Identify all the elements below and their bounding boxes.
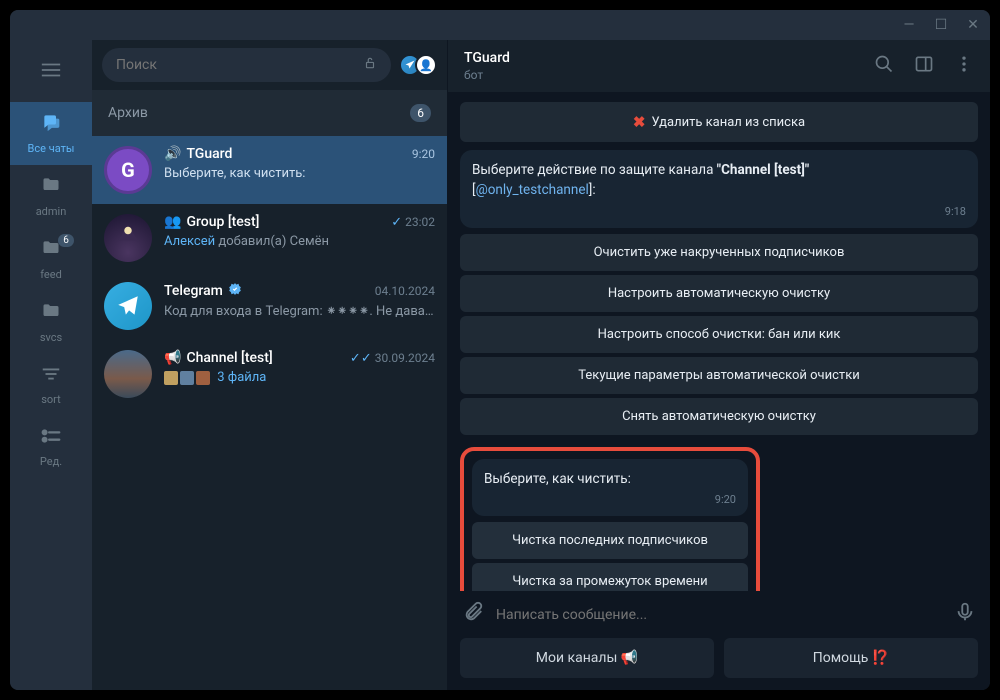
inline-button[interactable]: Настроить автоматическую очистку <box>460 275 978 312</box>
chat-list: G 🔊 TGuard 9:20 Выберите, как чистить: <box>92 136 447 690</box>
message-text: Выберите действие по защите канала "Chan… <box>472 160 966 201</box>
folder-icon <box>41 175 61 201</box>
message-time: 9:18 <box>472 205 966 218</box>
search-box[interactable] <box>102 48 391 82</box>
chat-time: ✓23:02 <box>391 215 435 230</box>
message-time: 9:20 <box>484 493 736 506</box>
chat-item-telegram[interactable]: Telegram 04.10.2024 Код для входа в Tele… <box>92 272 447 340</box>
chat-time: 9:20 <box>412 147 435 161</box>
verified-icon <box>228 282 242 300</box>
menu-button[interactable] <box>40 50 62 102</box>
conversation-title: TGuard <box>464 50 510 66</box>
bot-keyboard: Мои каналы 📢 Помощь ⁉️ <box>448 638 990 690</box>
folder-label: admin <box>36 205 67 218</box>
chat-preview: Код для входа в Telegram: ⁕⁕⁕⁕. Не давай… <box>164 304 435 319</box>
minimize-button[interactable]: — <box>902 18 916 32</box>
highlighted-callout: Выберите, как чистить: 9:20 Чистка после… <box>460 447 760 592</box>
check-icon: ✓✓ <box>350 351 372 366</box>
search-input[interactable] <box>116 57 353 73</box>
folder-svcs[interactable]: svcs <box>10 291 92 354</box>
lock-icon[interactable] <box>363 56 377 74</box>
chat-item-group[interactable]: 👥 Group [test] ✓23:02 Алексей добавил(а)… <box>92 204 447 272</box>
chats-icon <box>41 112 61 138</box>
maximize-button[interactable]: ☐ <box>934 18 948 32</box>
sidepanel-icon[interactable] <box>914 54 934 79</box>
folder-admin[interactable]: admin <box>10 165 92 228</box>
avatar <box>104 282 152 330</box>
mic-icon[interactable] <box>954 601 976 628</box>
folder-feed[interactable]: 6 feed <box>10 228 92 291</box>
conversation-header[interactable]: TGuard бот <box>448 40 990 92</box>
avatar <box>104 350 152 398</box>
avatar <box>104 214 152 262</box>
chat-name: 🔊 TGuard <box>164 146 232 162</box>
folder-label: feed <box>40 268 62 281</box>
more-icon[interactable] <box>954 54 974 79</box>
avatar: G <box>104 146 152 194</box>
inline-button[interactable]: Чистка за промежуток времени <box>472 563 748 591</box>
message-bubble: Выберите действие по защите канала "Chan… <box>460 150 978 228</box>
check-icon: ✓ <box>391 215 402 230</box>
inline-button-delete[interactable]: ✖ Удалить канал из списка <box>460 102 978 142</box>
folder-sidebar: Все чаты admin 6 feed svcs <box>10 40 92 690</box>
conversation-panel: TGuard бот <box>448 40 990 690</box>
bot-button-channels[interactable]: Мои каналы 📢 <box>460 638 714 678</box>
app-window: — ☐ ✕ Все чаты admin <box>10 10 990 690</box>
folder-label: Все чаты <box>28 142 75 155</box>
folder-all-chats[interactable]: Все чаты <box>10 102 92 165</box>
inline-button[interactable]: Текущие параметры автоматической очистки <box>460 357 978 394</box>
archive-count: 6 <box>410 104 431 122</box>
folder-badge: 6 <box>58 234 74 247</box>
sort-icon <box>40 364 62 389</box>
chat-name: 📢 Channel [test] <box>164 350 273 366</box>
chat-list-panel: 👤 Архив 6 G 🔊 TGuard 9:20 Выберите, как … <box>92 40 448 690</box>
chat-name: 👥 Group [test] <box>164 214 259 230</box>
chat-name: Telegram <box>164 282 242 300</box>
folder-icon <box>41 301 61 327</box>
inline-button[interactable]: Снять автоматическую очистку <box>460 398 978 435</box>
chat-preview: Выберите, как чистить: <box>164 166 435 181</box>
inline-button[interactable]: Очистить уже накрученных подписчиков <box>460 234 978 271</box>
folder-label: sort <box>41 393 61 406</box>
chat-item-tguard[interactable]: G 🔊 TGuard 9:20 Выберите, как чистить: <box>92 136 447 204</box>
edit-icon <box>40 426 62 451</box>
inline-button[interactable]: Настроить способ очистки: бан или кик <box>460 316 978 353</box>
folder-edit[interactable]: Ред. <box>10 416 92 478</box>
folder-label: Ред. <box>40 455 62 468</box>
folder-sort[interactable]: sort <box>10 354 92 416</box>
close-button[interactable]: ✕ <box>966 18 980 32</box>
inline-button[interactable]: Чистка последних подписчиков <box>472 522 748 559</box>
search-icon[interactable] <box>874 54 894 79</box>
titlebar: — ☐ ✕ <box>10 10 990 40</box>
x-icon: ✖ <box>633 113 646 131</box>
attach-icon[interactable] <box>462 601 484 628</box>
conversation-subtitle: бот <box>464 68 510 82</box>
message-input[interactable] <box>496 607 942 623</box>
message-text: Выберите, как чистить: <box>484 469 736 489</box>
chat-time: ✓✓30.09.2024 <box>350 351 435 366</box>
bot-button-help[interactable]: Помощь ⁉️ <box>724 638 978 678</box>
channel-link[interactable]: @only_testchannel <box>476 182 589 198</box>
chat-preview: 3 файла <box>164 370 435 385</box>
messages-area[interactable]: ✖ Удалить канал из списка Выберите дейст… <box>448 92 990 591</box>
message-input-area <box>448 591 990 638</box>
folder-label: svcs <box>40 331 62 344</box>
message-bubble: Выберите, как чистить: 9:20 <box>472 459 748 516</box>
chat-preview: Алексей добавил(а) Семён <box>164 234 435 249</box>
chat-time: 04.10.2024 <box>375 284 435 298</box>
archive-label: Архив <box>108 105 148 121</box>
archive-row[interactable]: Архив 6 <box>92 90 447 136</box>
chat-item-channel[interactable]: 📢 Channel [test] ✓✓30.09.2024 3 файла <box>92 340 447 408</box>
premium-badges[interactable]: 👤 <box>399 54 437 76</box>
